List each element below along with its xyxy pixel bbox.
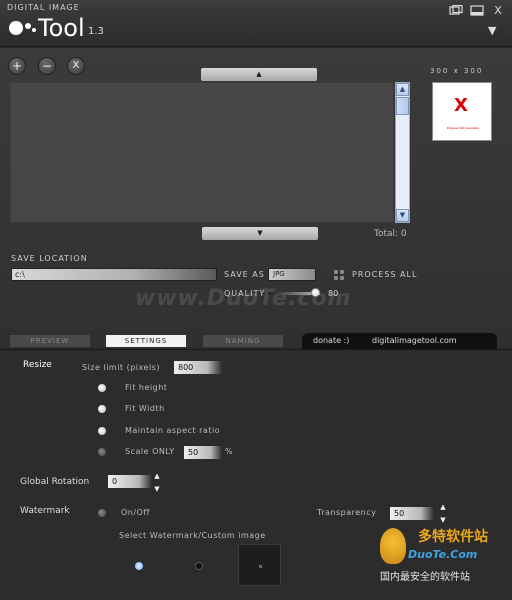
quality-label: QUALITY [224, 289, 266, 298]
total-count: Total: 0 [374, 229, 407, 239]
process-all-button[interactable]: PROCESS ALL [352, 270, 417, 279]
scrollbar-thumb[interactable] [396, 97, 409, 115]
maintain-aspect-radio[interactable] [98, 427, 106, 435]
image-list[interactable] [10, 82, 394, 223]
transparency-input[interactable]: 50 [390, 507, 434, 520]
app-name: Tool [38, 14, 85, 42]
app-version: 1.3 [88, 26, 104, 37]
custom-image-option-radio[interactable] [195, 562, 203, 570]
site-badge: 多特软件站 DuoTe.Com 国内最安全的软件站 [378, 526, 510, 586]
save-as-label: SAVE AS [224, 270, 265, 279]
preview-dimensions: 300 x 300 [430, 67, 484, 75]
rotation-down-icon[interactable]: ▼ [152, 486, 162, 493]
chevron-down-icon[interactable]: ▼ [488, 24, 496, 37]
preview-caption: Preview Not Available [446, 126, 480, 130]
clear-button[interactable]: X [67, 57, 85, 75]
watermark-preview-dot [259, 565, 262, 568]
donate-link[interactable]: donate :) [313, 336, 349, 345]
scale-only-label: Scale ONLY [125, 447, 175, 456]
maintain-aspect-label: Maintain aspect ratio [125, 426, 221, 435]
save-as-select[interactable]: JPG [268, 268, 316, 281]
size-limit-label: Size limit (pixels) [82, 363, 160, 372]
logo-icon [9, 21, 36, 35]
scale-only-radio[interactable] [98, 448, 106, 456]
website-link[interactable]: digitalimagetool.com [372, 336, 457, 345]
watermark-label: Watermark [20, 506, 70, 516]
scrollbar-up-icon[interactable]: ▲ [396, 83, 409, 96]
fit-width-radio[interactable] [98, 405, 106, 413]
rotation-up-icon[interactable]: ▲ [152, 473, 162, 480]
watermark-option-radio[interactable] [135, 562, 143, 570]
size-limit-input[interactable]: 800 [174, 361, 222, 374]
site-badge-domain: DuoTe.Com [408, 548, 478, 561]
transparency-label: Transparency [317, 508, 377, 517]
scrollbar-down-icon[interactable]: ▼ [396, 209, 409, 222]
quality-slider-knob[interactable] [311, 288, 320, 297]
watermark-toggle-radio[interactable] [98, 509, 106, 517]
tab-preview[interactable]: PREVIEW [10, 335, 90, 347]
save-location-input[interactable]: c:\ [11, 268, 217, 281]
title-bar: DIGITAL IMAGE Tool 1.3 X ▼ [0, 0, 512, 47]
rotation-label: Global Rotation [20, 477, 90, 487]
brand-tagline: DIGITAL IMAGE [7, 3, 80, 12]
mascot-icon [380, 528, 406, 564]
fit-height-radio[interactable] [98, 384, 106, 392]
site-badge-slogan: 国内最安全的软件站 [380, 572, 470, 583]
tab-settings[interactable]: SETTINGS [106, 335, 186, 347]
fit-width-label: Fit Width [125, 404, 165, 413]
watermark-preview[interactable] [238, 544, 281, 586]
restore-icon[interactable] [449, 5, 463, 16]
no-preview-icon: X [454, 95, 468, 116]
resize-heading: Resize [23, 360, 52, 370]
transparency-up-icon[interactable]: ▲ [438, 504, 448, 511]
save-location-label: SAVE LOCATION [11, 254, 88, 263]
scale-input[interactable]: 50 [184, 446, 222, 459]
links-bar: donate :) digitalimagetool.com [302, 333, 497, 349]
rotation-input[interactable]: 0 [108, 475, 152, 488]
scale-unit: % [225, 447, 234, 456]
close-icon[interactable]: X [491, 5, 505, 16]
transparency-down-icon[interactable]: ▼ [438, 517, 448, 524]
select-watermark-label: Select Watermark/Custom image [119, 531, 266, 540]
quality-value: 80 [328, 289, 339, 298]
preview-thumbnail: X Preview Not Available [432, 82, 492, 141]
scroll-down-tab[interactable]: ▼ [202, 227, 318, 240]
fit-height-label: Fit height [125, 383, 168, 392]
watermark-toggle-label: On/Off [121, 508, 150, 517]
process-all-icon[interactable] [334, 270, 344, 280]
scroll-up-tab[interactable]: ▲ [201, 68, 317, 81]
site-badge-title: 多特软件站 [418, 529, 488, 545]
tab-naming[interactable]: NAMING [203, 335, 283, 347]
list-scrollbar[interactable]: ▲ ▼ [395, 82, 410, 223]
remove-button[interactable]: − [38, 57, 56, 75]
add-button[interactable]: + [8, 57, 26, 75]
minimize-icon[interactable] [470, 5, 484, 16]
